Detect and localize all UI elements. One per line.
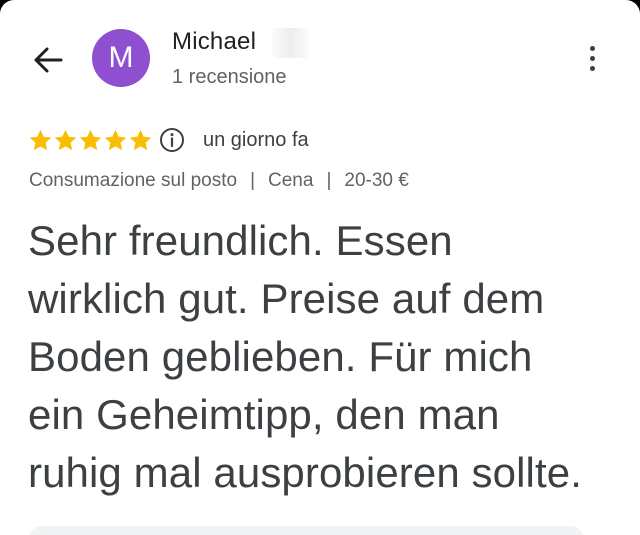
- redacted-name-area: [272, 28, 310, 58]
- star-icon: [104, 129, 127, 150]
- price-range: 20-30 €: [344, 170, 409, 191]
- reviewer-review-count: 1 recensione: [172, 66, 287, 88]
- rating-row: un giorno fa: [28, 124, 309, 156]
- review-text-line: Boden geblieben. Für mich: [28, 333, 533, 380]
- avatar[interactable]: M: [92, 29, 150, 87]
- service-type: Consumazione sul posto: [29, 170, 238, 191]
- more-vert-icon: [589, 45, 595, 71]
- review-text-line: ruhig mal ausprobieren sollte.: [28, 449, 582, 496]
- info-icon[interactable]: [159, 127, 185, 153]
- review-attributes: Consumazione sul posto | Cena | 20-30 €: [29, 170, 409, 192]
- back-button[interactable]: [26, 38, 70, 82]
- meal-type: Cena: [268, 170, 314, 191]
- review-text-line: wirklich gut. Preise auf dem: [28, 275, 545, 322]
- star-rating: [28, 128, 153, 153]
- star-icon: [54, 129, 77, 150]
- review-text-line: ein Geheimtipp, den man: [28, 391, 500, 438]
- review-date: un giorno fa: [203, 128, 309, 151]
- reviewer-name[interactable]: Michael: [172, 28, 256, 56]
- review-screen: M Michael 1 recensione un giorno fa Cons…: [0, 0, 640, 535]
- review-text: Sehr freundlich. Essen wirklich gut. Pre…: [28, 212, 628, 502]
- star-icon: [129, 129, 152, 150]
- arrow-left-icon: [34, 47, 63, 73]
- more-options-button[interactable]: [574, 38, 610, 78]
- review-text-line: Sehr freundlich. Essen: [28, 217, 453, 264]
- owner-response-card: [28, 526, 584, 535]
- star-icon: [79, 129, 102, 150]
- star-icon: [29, 129, 52, 150]
- review-header: M Michael 1 recensione: [0, 0, 640, 120]
- separator: |: [326, 170, 332, 191]
- avatar-letter: M: [108, 41, 134, 74]
- separator: |: [250, 170, 256, 191]
